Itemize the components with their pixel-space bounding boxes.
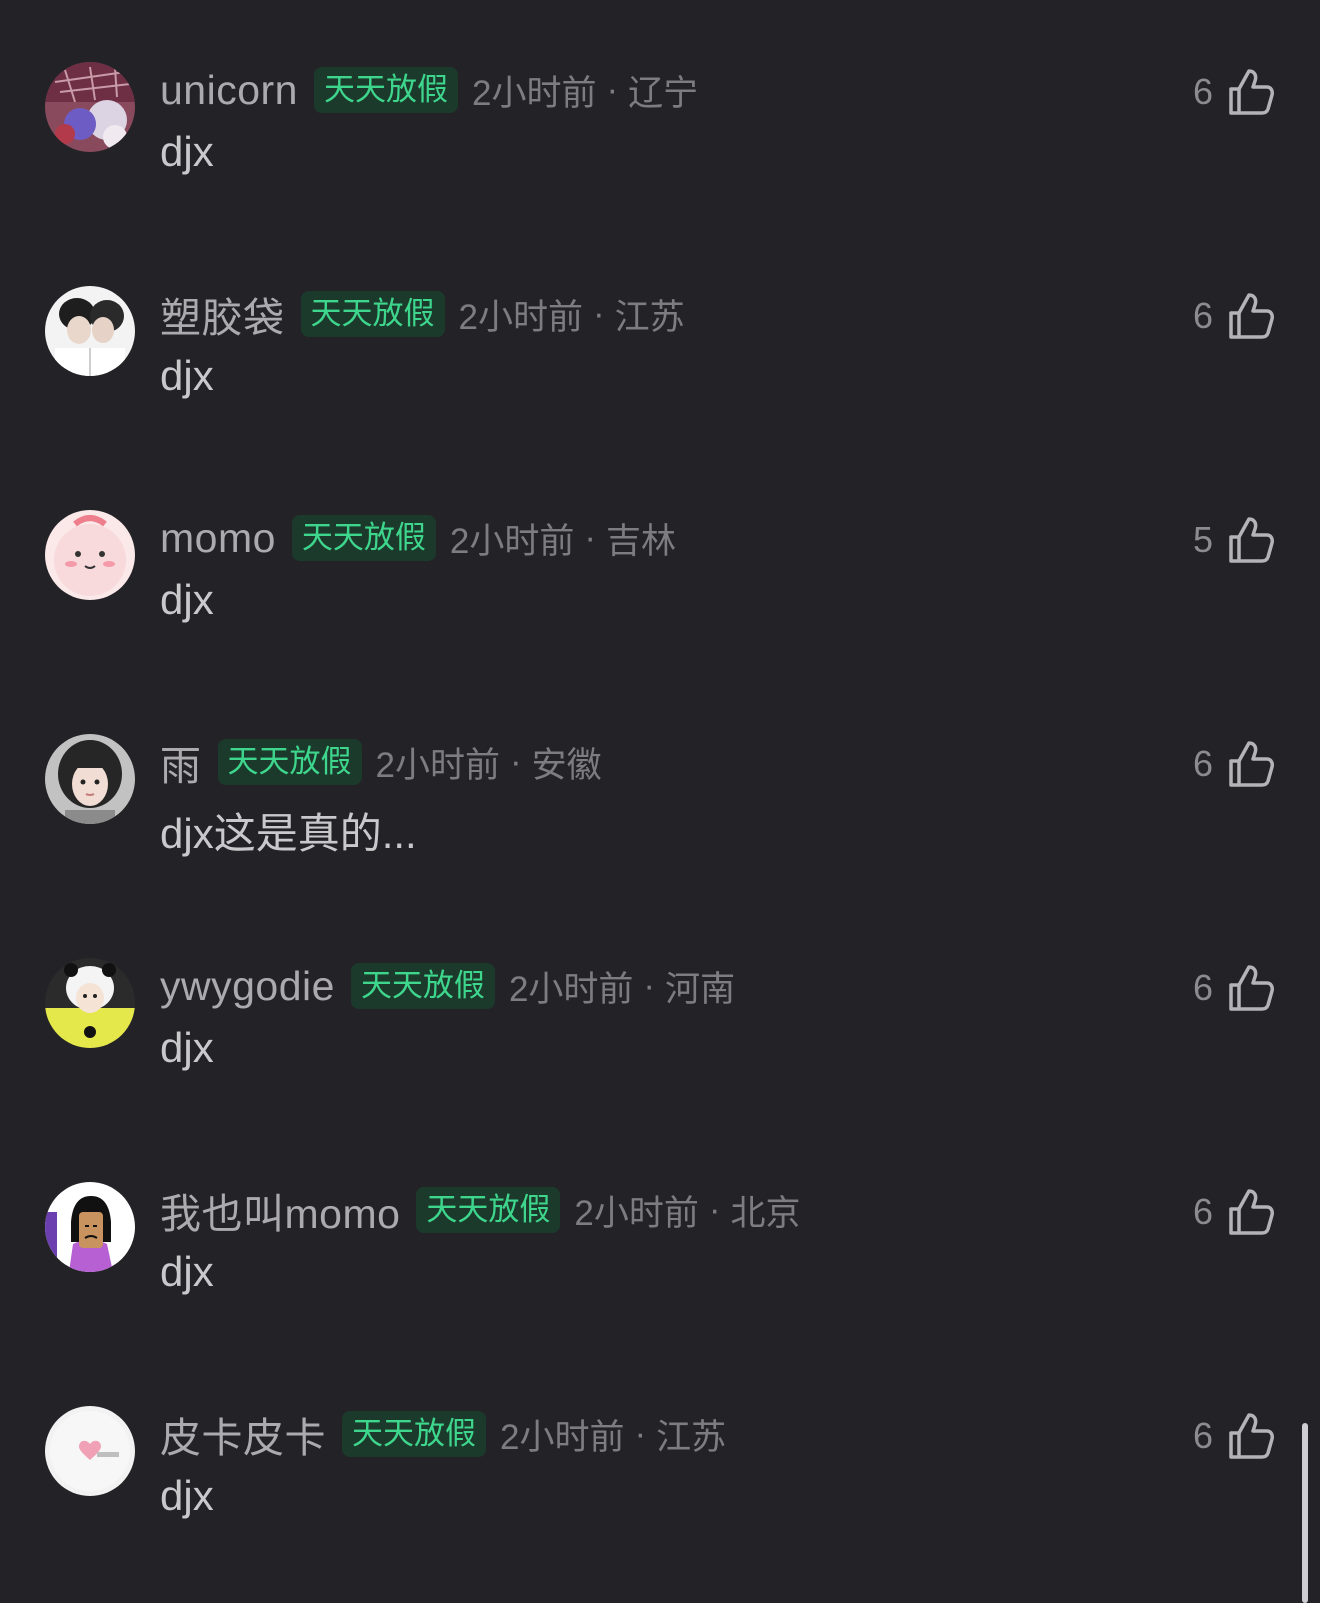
like-button[interactable]: 6 — [1193, 1182, 1275, 1242]
meta-separator: · — [592, 294, 605, 333]
meta-separator: · — [584, 518, 597, 557]
username[interactable]: 皮卡皮卡 — [160, 1404, 326, 1464]
like-button[interactable]: 6 — [1193, 62, 1275, 122]
user-badge: 天天放假 — [300, 291, 445, 337]
like-count: 5 — [1192, 519, 1213, 560]
user-badge: 天天放假 — [342, 1411, 486, 1457]
comment-text[interactable]: djx — [160, 1024, 214, 1072]
thumbs-up-icon — [1229, 741, 1274, 787]
like-button[interactable]: 6 — [1193, 1406, 1275, 1466]
comment-time: 2小时前 — [508, 969, 634, 1009]
meta-separator: · — [708, 1190, 721, 1229]
avatar[interactable] — [45, 510, 135, 600]
scrollbar[interactable] — [1302, 1423, 1308, 1603]
comment-location: 江苏 — [614, 297, 685, 337]
comment-item: unicorn 天天放假 2小时前 · 辽宁 djx 6 — [0, 62, 1320, 222]
thumbs-up-icon — [1229, 517, 1274, 563]
username[interactable]: 我也叫momo — [160, 1180, 400, 1240]
like-count: 6 — [1192, 1415, 1213, 1456]
avatar[interactable] — [45, 62, 135, 152]
thumbs-up-icon — [1229, 69, 1274, 115]
thumbs-up-icon — [1229, 1413, 1274, 1459]
like-button[interactable]: 5 — [1193, 510, 1275, 570]
user-badge: 天天放假 — [350, 963, 495, 1009]
avatar[interactable] — [45, 1406, 135, 1496]
user-badge: 天天放假 — [217, 739, 362, 785]
like-button[interactable]: 6 — [1193, 958, 1275, 1018]
comment-meta: unicorn 天天放假 2小时前 · 辽宁 — [160, 62, 698, 118]
like-button[interactable]: 6 — [1193, 734, 1275, 794]
thumbs-up-icon — [1229, 1189, 1274, 1235]
comment-text[interactable]: djx — [160, 1472, 214, 1520]
meta-separator: · — [509, 742, 522, 781]
comment-item: 皮卡皮卡 天天放假 2小时前 · 江苏 djx 6 — [0, 1406, 1320, 1566]
comment-time: 2小时前 — [458, 297, 583, 337]
user-badge: 天天放假 — [291, 515, 436, 561]
avatar[interactable] — [45, 734, 135, 824]
avatar[interactable] — [45, 286, 135, 376]
like-count: 6 — [1192, 71, 1213, 112]
username[interactable]: momo — [160, 515, 276, 562]
comment-text[interactable]: djx — [160, 576, 214, 624]
avatar[interactable] — [45, 958, 135, 1048]
user-badge: 天天放假 — [416, 1187, 561, 1233]
comment-text[interactable]: djx这是真的... — [160, 800, 417, 861]
meta-separator: · — [634, 1414, 647, 1453]
like-count: 6 — [1192, 1191, 1213, 1232]
user-badge: 天天放假 — [313, 67, 458, 113]
comment-location: 安徽 — [531, 745, 602, 785]
comment-item: ywygodie 天天放假 2小时前 · 河南 djx 6 — [0, 958, 1320, 1118]
comment-item: 塑胶袋 天天放假 2小时前 · 江苏 djx 6 — [0, 286, 1320, 446]
comment-time: 2小时前 — [574, 1193, 699, 1233]
comment-time: 2小时前 — [449, 521, 575, 561]
like-count: 6 — [1192, 743, 1213, 784]
comment-meta: 雨 天天放假 2小时前 · 安徽 — [160, 734, 602, 790]
comment-item: 我也叫momo 天天放假 2小时前 · 北京 djx 6 — [0, 1182, 1320, 1342]
comment-time: 2小时前 — [471, 73, 597, 113]
comment-item: momo 天天放假 2小时前 · 吉林 djx 5 — [0, 510, 1320, 670]
comment-meta: momo 天天放假 2小时前 · 吉林 — [160, 510, 676, 566]
username[interactable]: ywygodie — [160, 963, 335, 1010]
comment-time: 2小时前 — [375, 745, 500, 785]
meta-separator: · — [643, 966, 656, 1005]
comment-location: 江苏 — [656, 1417, 727, 1457]
comment-text[interactable]: djx — [160, 1248, 214, 1296]
comment-meta: ywygodie 天天放假 2小时前 · 河南 — [160, 958, 735, 1014]
comment-meta: 我也叫momo 天天放假 2小时前 · 北京 — [160, 1182, 801, 1238]
like-count: 6 — [1192, 967, 1213, 1008]
thumbs-up-icon — [1229, 293, 1274, 339]
comment-location: 北京 — [730, 1193, 801, 1233]
like-button[interactable]: 6 — [1193, 286, 1275, 346]
comment-time: 2小时前 — [500, 1417, 625, 1457]
meta-separator: · — [606, 70, 619, 109]
username[interactable]: unicorn — [160, 67, 298, 114]
comment-text[interactable]: djx — [160, 128, 214, 176]
comment-meta: 皮卡皮卡 天天放假 2小时前 · 江苏 — [160, 1406, 726, 1462]
comment-text[interactable]: djx — [160, 352, 214, 400]
comment-meta: 塑胶袋 天天放假 2小时前 · 江苏 — [160, 286, 685, 342]
comment-location: 吉林 — [606, 521, 677, 561]
comment-location: 河南 — [665, 969, 736, 1009]
thumbs-up-icon — [1229, 965, 1274, 1011]
avatar[interactable] — [45, 1182, 135, 1272]
username[interactable]: 塑胶袋 — [160, 284, 285, 344]
like-count: 6 — [1192, 295, 1213, 336]
comment-location: 辽宁 — [628, 73, 699, 113]
username[interactable]: 雨 — [160, 732, 202, 792]
comment-item: 雨 天天放假 2小时前 · 安徽 djx这是真的... 6 — [0, 734, 1320, 894]
